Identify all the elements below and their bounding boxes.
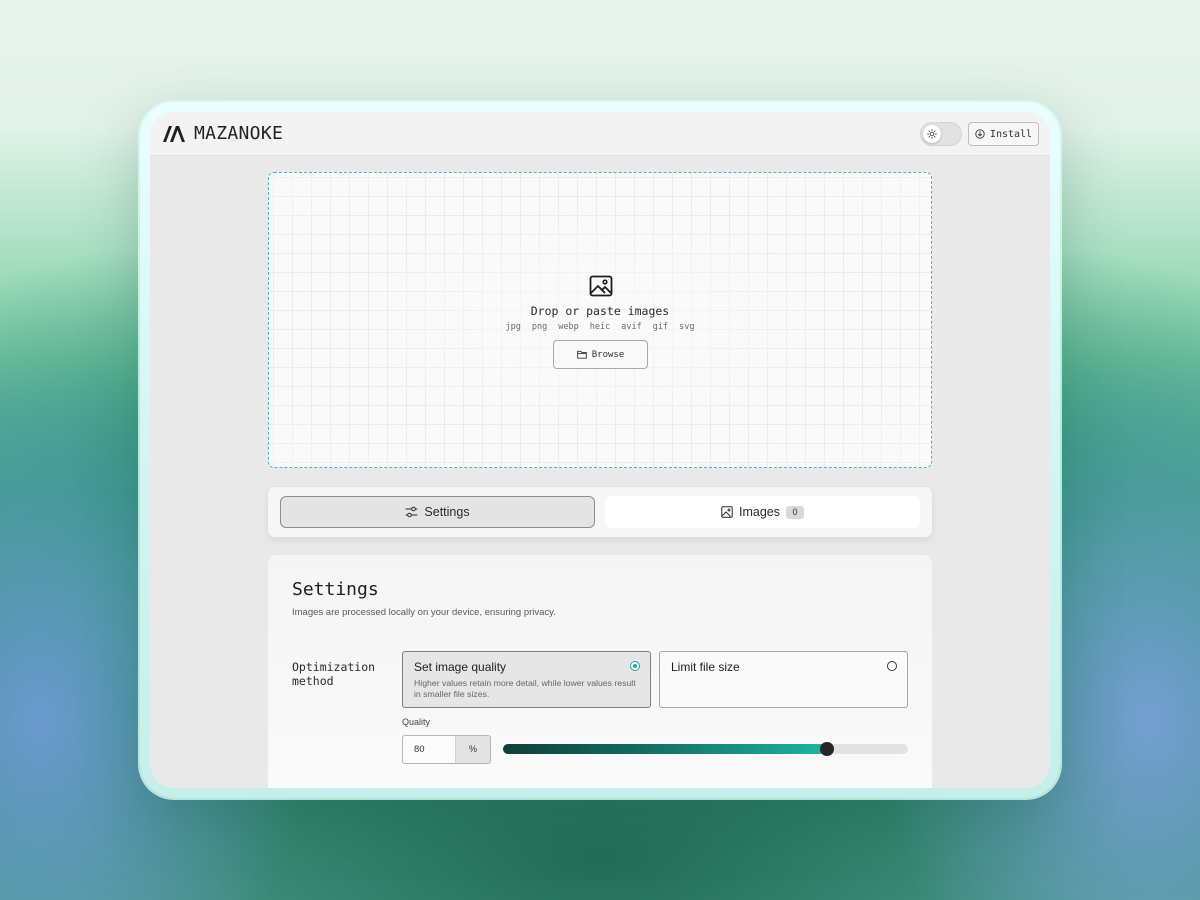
radio-unselected[interactable]	[887, 661, 897, 671]
settings-panel: Settings Images are processed locally on…	[268, 555, 932, 788]
tab-settings[interactable]: Settings	[280, 496, 595, 528]
app-window: MAZANOKE Install Drop or paste images jp…	[150, 112, 1050, 788]
app-name: MAZANOKE	[194, 123, 284, 144]
quality-unit: %	[455, 736, 490, 763]
format-label: png	[531, 322, 548, 332]
optimization-method-label: Optimization method	[292, 660, 376, 688]
browse-label: Browse	[591, 349, 625, 360]
sliders-icon	[405, 506, 418, 518]
supported-formats: jpg png webp heic avif gif svg	[269, 322, 931, 332]
sun-icon	[927, 129, 937, 139]
image-dropzone[interactable]: Drop or paste images jpg png webp heic a…	[268, 172, 932, 468]
settings-subtitle: Images are processed locally on your dev…	[292, 607, 556, 618]
quality-slider-fill	[503, 744, 827, 754]
mazanoke-logo-icon	[163, 125, 185, 142]
tab-settings-label: Settings	[424, 505, 470, 519]
header: MAZANOKE Install	[150, 112, 1050, 156]
browse-button[interactable]: Browse	[553, 340, 648, 369]
logo[interactable]: MAZANOKE	[162, 123, 283, 144]
settings-title: Settings	[292, 579, 379, 600]
format-label: gif	[652, 322, 669, 332]
format-label: heic	[589, 322, 611, 332]
image-icon	[721, 506, 733, 518]
option-set-image-quality[interactable]: Set image quality Higher values retain m…	[402, 651, 651, 708]
dropzone-title: Drop or paste images	[530, 304, 670, 318]
tab-images-label: Images	[739, 505, 780, 519]
install-button[interactable]: Install	[968, 122, 1039, 146]
format-label: webp	[558, 322, 579, 332]
format-label: svg	[679, 322, 695, 332]
option-title: Limit file size	[671, 660, 740, 674]
quality-value: 80	[414, 744, 425, 755]
radio-selected[interactable]	[630, 661, 640, 671]
download-circle-icon	[975, 129, 985, 139]
image-icon	[589, 275, 613, 297]
option-description: Higher values retain more detail, while …	[414, 678, 636, 699]
folder-icon	[576, 350, 587, 359]
quality-slider[interactable]	[503, 742, 908, 756]
format-label: avif	[621, 322, 642, 332]
theme-toggle-knob	[923, 125, 941, 143]
theme-toggle[interactable]	[920, 122, 962, 146]
tab-images[interactable]: Images 0	[605, 496, 920, 528]
images-count-badge: 0	[786, 505, 804, 519]
install-label: Install	[989, 128, 1033, 140]
option-limit-file-size[interactable]: Limit file size	[659, 651, 908, 708]
quality-input[interactable]: 80 %	[402, 735, 491, 764]
option-title: Set image quality	[414, 660, 507, 674]
format-label: jpg	[505, 322, 521, 332]
view-tabs: Settings Images 0	[268, 487, 932, 537]
quality-slider-thumb[interactable]	[820, 742, 834, 756]
quality-label: Quality	[402, 717, 431, 727]
